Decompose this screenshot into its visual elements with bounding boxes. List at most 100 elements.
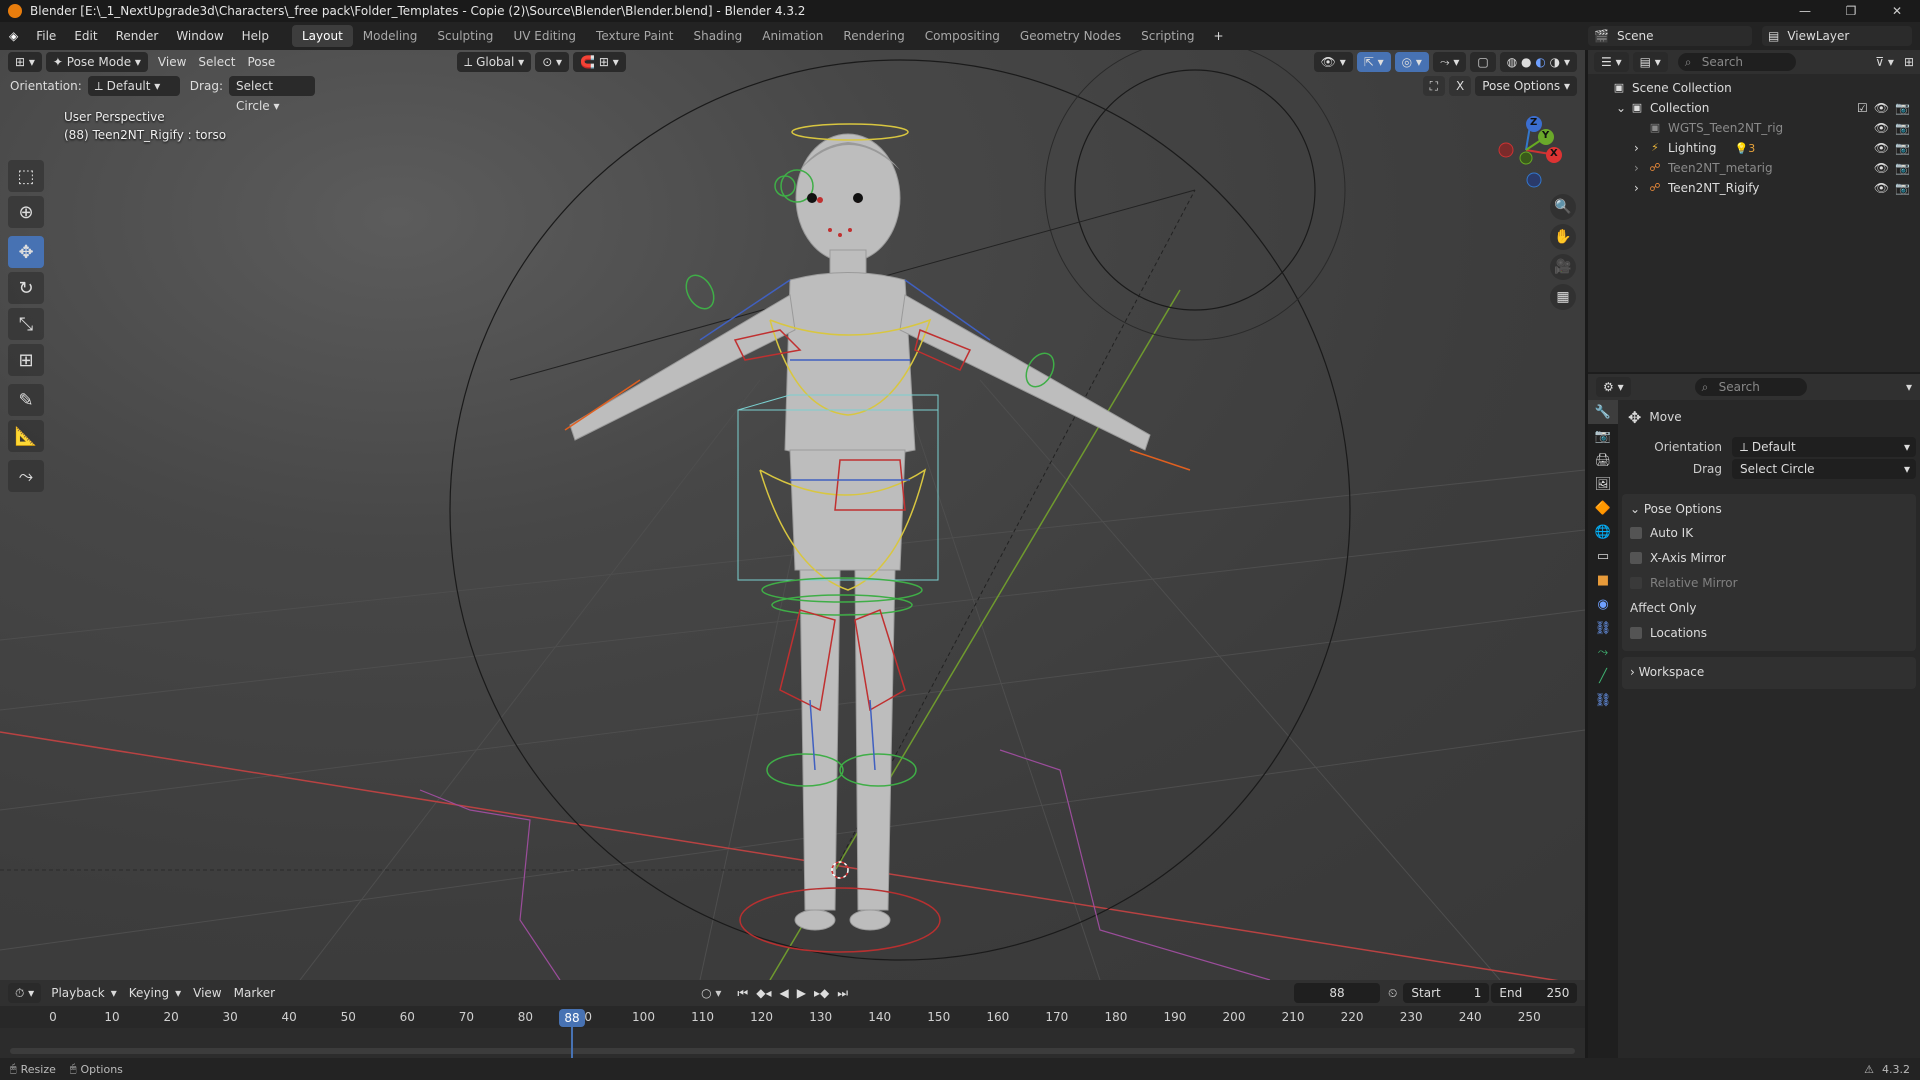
physics-tab-icon[interactable]: ◉ [1588, 592, 1618, 616]
eye-icon[interactable]: 👁 [1874, 141, 1889, 155]
outliner-row[interactable]: ▣ WGTS_Teen2NT_rig 👁 📷 [1588, 118, 1920, 138]
shading-modes[interactable]: ◍ ● ◐ ◑ ▾ [1499, 52, 1577, 72]
autokey-record-icon[interactable]: ○ ▾ [701, 986, 721, 1000]
gizmo-toggle[interactable]: ⇱ ▾ [1356, 52, 1391, 72]
mode-selector[interactable]: ✦ Pose Mode ▾ [45, 52, 148, 72]
chevron-right-icon[interactable]: › [1634, 141, 1648, 155]
chevron-down-icon[interactable]: ⌄ [1616, 101, 1630, 115]
eye-icon[interactable]: 👁 [1874, 121, 1889, 135]
perspective-toggle-icon[interactable]: ▦ [1550, 284, 1576, 310]
locations-checkbox[interactable]: Locations [1630, 620, 1908, 645]
outliner-search-input[interactable]: ⌕ Search [1677, 53, 1796, 71]
filter-icon[interactable]: ⊽ ▾ [1875, 55, 1894, 69]
pivot-point-selector[interactable]: ⊙ ▾ [535, 52, 570, 72]
minimize-button[interactable]: — [1782, 0, 1828, 22]
pan-hand-icon[interactable]: ✋ [1550, 224, 1576, 250]
visibility-selector[interactable]: 👁 ▾ [1313, 52, 1353, 72]
cursor-tool[interactable]: ⊕ [8, 196, 44, 228]
viewport-menu-select[interactable]: Select [192, 55, 241, 69]
checkbox-box[interactable] [1630, 551, 1642, 564]
orientation-prop-dropdown[interactable]: ⟂ Default ▾ [1732, 437, 1916, 457]
workspace-tab-geometry-nodes[interactable]: Geometry Nodes [1010, 25, 1131, 47]
world-tab-icon[interactable]: 🌐 [1588, 520, 1618, 544]
timeline-menu-marker[interactable]: Marker [228, 986, 281, 1000]
workspace-tab-rendering[interactable]: Rendering [833, 25, 914, 47]
timeline-track[interactable] [0, 1028, 1585, 1058]
eye-icon[interactable]: 👁 [1874, 181, 1889, 195]
transform-orientation-selector[interactable]: ⟂ Global ▾ [457, 52, 532, 72]
pose-options-dropdown[interactable]: Pose Options ▾ [1475, 76, 1577, 96]
editor-type-button[interactable]: ⊞ ▾ [8, 52, 42, 72]
timeline-menu-keying[interactable]: Keying [123, 986, 175, 1000]
move-tool[interactable]: ✥ [8, 236, 44, 268]
measure-tool[interactable]: 📐 [8, 420, 44, 452]
menu-edit[interactable]: Edit [65, 22, 106, 50]
overlay-toggle[interactable]: ◎ ▾ [1394, 52, 1429, 72]
render-camera-icon[interactable]: 📷 [1895, 181, 1910, 195]
timeline-scrollbar[interactable] [10, 1048, 1575, 1054]
chevron-right-icon[interactable]: › [1634, 161, 1648, 175]
add-workspace-button[interactable]: + [1205, 22, 1233, 50]
rendered-shading-icon[interactable]: ◑ [1550, 55, 1560, 69]
render-camera-icon[interactable]: 📷 [1895, 161, 1910, 175]
drag-prop-dropdown[interactable]: Select Circle ▾ [1732, 459, 1916, 479]
properties-editor-type-button[interactable]: ⚙ ▾ [1596, 377, 1631, 397]
blender-menu-icon[interactable]: ◈ [0, 22, 27, 50]
close-tool-settings-button[interactable]: X [1449, 76, 1472, 96]
solid-shading-icon[interactable]: ● [1521, 55, 1531, 69]
tool-tab-icon[interactable]: 🔧 [1588, 400, 1618, 424]
xray-toggle[interactable]: ▢ [1470, 52, 1496, 72]
close-window-button[interactable]: ✕ [1874, 0, 1920, 22]
outliner-editor-type-button[interactable]: ☰ ▾ [1594, 52, 1629, 72]
view-layer-selector[interactable]: ▤ ViewLayer [1762, 26, 1912, 46]
menu-render[interactable]: Render [107, 22, 168, 50]
viewport-menu-pose[interactable]: Pose [241, 55, 281, 69]
render-camera-icon[interactable]: 📷 [1895, 121, 1910, 135]
bone-constraints-tab-icon[interactable]: ⛓ [1588, 688, 1618, 712]
current-frame-field[interactable]: 88 [1294, 983, 1381, 1003]
workspace-panel-header[interactable]: › Workspace [1630, 661, 1908, 683]
scale-tool[interactable]: ⤡ [8, 308, 44, 340]
play-icon[interactable]: ▶ [797, 986, 806, 1000]
bone-overlay-toggle[interactable]: ⤳ ▾ [1432, 52, 1467, 72]
render-camera-icon[interactable]: 📷 [1895, 101, 1910, 115]
snap-toggle[interactable]: 🧲 ⊞ ▾ [573, 52, 626, 72]
eye-icon[interactable]: 👁 [1874, 101, 1889, 115]
jump-end-icon[interactable]: ⏭ [837, 986, 848, 1001]
locations-checkbox-box[interactable] [1630, 626, 1642, 639]
render-camera-icon[interactable]: 📷 [1895, 141, 1910, 155]
viewport-menu-view[interactable]: View [152, 55, 192, 69]
zoom-icon[interactable]: 🔍 [1550, 194, 1576, 220]
timeline-menu-playback[interactable]: Playback [45, 986, 111, 1000]
outliner-row[interactable]: › ☍ Teen2NT_metarig 👁 📷 [1588, 158, 1920, 178]
bone-tool[interactable]: ⤳ [8, 460, 44, 492]
render-tab-icon[interactable]: 📷 [1588, 424, 1618, 448]
menu-window[interactable]: Window [167, 22, 232, 50]
auto-ik-checkbox[interactable]: Auto IK [1630, 520, 1908, 545]
annotate-tool[interactable]: ✎ [8, 384, 44, 416]
workspace-tab-texture-paint[interactable]: Texture Paint [586, 25, 683, 47]
material-shading-icon[interactable]: ◐ [1535, 55, 1545, 69]
preview-range-icon[interactable]: ⏲ [1388, 986, 1397, 1001]
camera-view-icon[interactable]: 🎥 [1550, 254, 1576, 280]
object-tab-icon[interactable]: ■ [1588, 568, 1618, 592]
collection-tab-icon[interactable]: ▭ [1588, 544, 1618, 568]
3d-viewport[interactable]: ⊞ ▾ ✦ Pose Mode ▾ View Select Pose ⟂ Globa… [0, 50, 1585, 980]
display-mode-button[interactable]: ▤ ▾ [1632, 52, 1668, 72]
workspace-tab-layout[interactable]: Layout [292, 25, 353, 47]
workspace-tab-sculpting[interactable]: Sculpting [427, 25, 503, 47]
pin-tool-button[interactable]: ⛶ [1422, 76, 1446, 96]
outliner-row[interactable]: › ☍ Teen2NT_Rigify 👁 📷 [1588, 178, 1920, 198]
workspace-tab-modeling[interactable]: Modeling [353, 25, 428, 47]
checkbox-box[interactable] [1630, 526, 1642, 539]
rotate-tool[interactable]: ↻ [8, 272, 44, 304]
wireframe-shading-icon[interactable]: ◍ [1507, 55, 1517, 69]
end-frame-field[interactable]: End 250 [1491, 983, 1578, 1003]
navigation-gizmo[interactable]: X Z Y [1490, 110, 1570, 190]
outliner-row[interactable]: › ⚡ Lighting 💡3 👁 📷 [1588, 138, 1920, 158]
x-axis-mirror-checkbox[interactable]: X-Axis Mirror [1630, 545, 1908, 570]
workspace-tab-shading[interactable]: Shading [683, 25, 752, 47]
properties-search-input[interactable]: ⌕ Search [1694, 378, 1807, 396]
menu-help[interactable]: Help [233, 22, 278, 50]
maximize-button[interactable]: ❐ [1828, 0, 1874, 22]
